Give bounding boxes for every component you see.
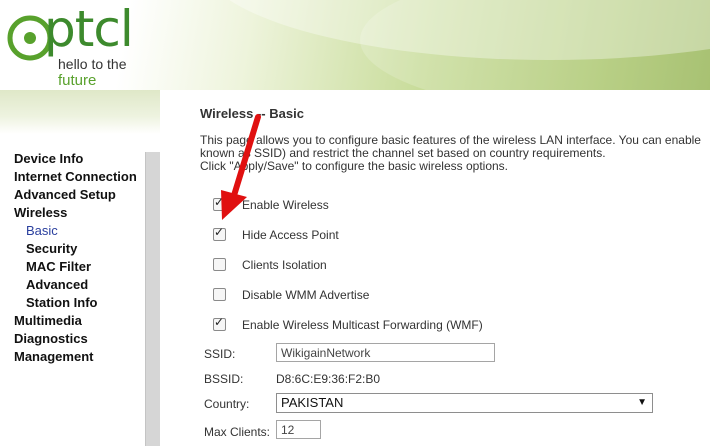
description-line: known as SSID) and restrict the channel … bbox=[200, 146, 606, 160]
logo-wordmark: ptcl bbox=[44, 0, 134, 58]
ssid-input[interactable]: WikigainNetwork bbox=[276, 343, 495, 362]
clients-isolation-checkbox[interactable] bbox=[213, 258, 226, 271]
nav-item-security[interactable]: Security bbox=[26, 241, 77, 257]
sidebar-scrollbar[interactable] bbox=[145, 152, 160, 446]
logo-tagline: hello to the bbox=[58, 56, 127, 72]
nav-item-station-info[interactable]: Station Info bbox=[26, 295, 98, 311]
nav-item-device-info[interactable]: Device Info bbox=[14, 151, 83, 167]
max-clients-label: Max Clients: bbox=[204, 425, 271, 439]
header-swoosh bbox=[160, 0, 710, 90]
enable-wireless-label: Enable Wireless bbox=[242, 198, 329, 212]
nav-item-multimedia[interactable]: Multimedia bbox=[14, 313, 82, 329]
nav-item-management[interactable]: Management bbox=[14, 349, 93, 365]
description-line: This page allows you to configure basic … bbox=[200, 133, 701, 147]
disable-wmm-advertise-checkbox[interactable] bbox=[213, 288, 226, 301]
bssid-value: D8:6C:E9:36:F2:B0 bbox=[276, 372, 381, 386]
clients-isolation-label: Clients Isolation bbox=[242, 258, 327, 272]
dropdown-arrow-icon: ▼ bbox=[637, 397, 647, 408]
ptcl-logo: ptcl hello to the future bbox=[6, 2, 156, 92]
hide-access-point-checkbox[interactable] bbox=[213, 225, 226, 241]
description-line: Click "Apply/Save" to configure the basi… bbox=[200, 159, 508, 173]
bssid-label: BSSID: bbox=[204, 372, 244, 386]
max-clients-input[interactable]: 12 bbox=[276, 420, 321, 439]
nav-item-internet-connection[interactable]: Internet Connection bbox=[14, 169, 137, 185]
disable-wmm-advertise-label: Disable WMM Advertise bbox=[242, 288, 370, 302]
enable-wmf-checkbox[interactable] bbox=[213, 315, 226, 331]
hide-access-point-label: Hide Access Point bbox=[242, 228, 339, 242]
nav-header-band bbox=[0, 90, 160, 134]
nav-item-basic[interactable]: Basic bbox=[26, 223, 58, 239]
country-selected-value: PAKISTAN bbox=[281, 395, 344, 410]
enable-wireless-checkbox[interactable] bbox=[213, 195, 226, 211]
swoosh-shape bbox=[360, 0, 710, 90]
nav-item-wireless[interactable]: Wireless bbox=[14, 205, 67, 221]
nav-item-mac-filter[interactable]: MAC Filter bbox=[26, 259, 91, 275]
logo-tagline-future: future bbox=[58, 72, 97, 89]
page-title: Wireless -- Basic bbox=[200, 106, 304, 121]
nav-item-diagnostics[interactable]: Diagnostics bbox=[14, 331, 88, 347]
enable-wmf-label: Enable Wireless Multicast Forwarding (WM… bbox=[242, 318, 483, 332]
nav-item-advanced[interactable]: Advanced bbox=[26, 277, 88, 293]
nav-item-advanced-setup[interactable]: Advanced Setup bbox=[14, 187, 116, 203]
country-select[interactable]: PAKISTAN ▼ bbox=[276, 393, 653, 413]
page-description: This page allows you to configure basic … bbox=[200, 134, 710, 173]
ssid-label: SSID: bbox=[204, 347, 236, 361]
country-label: Country: bbox=[204, 397, 250, 411]
